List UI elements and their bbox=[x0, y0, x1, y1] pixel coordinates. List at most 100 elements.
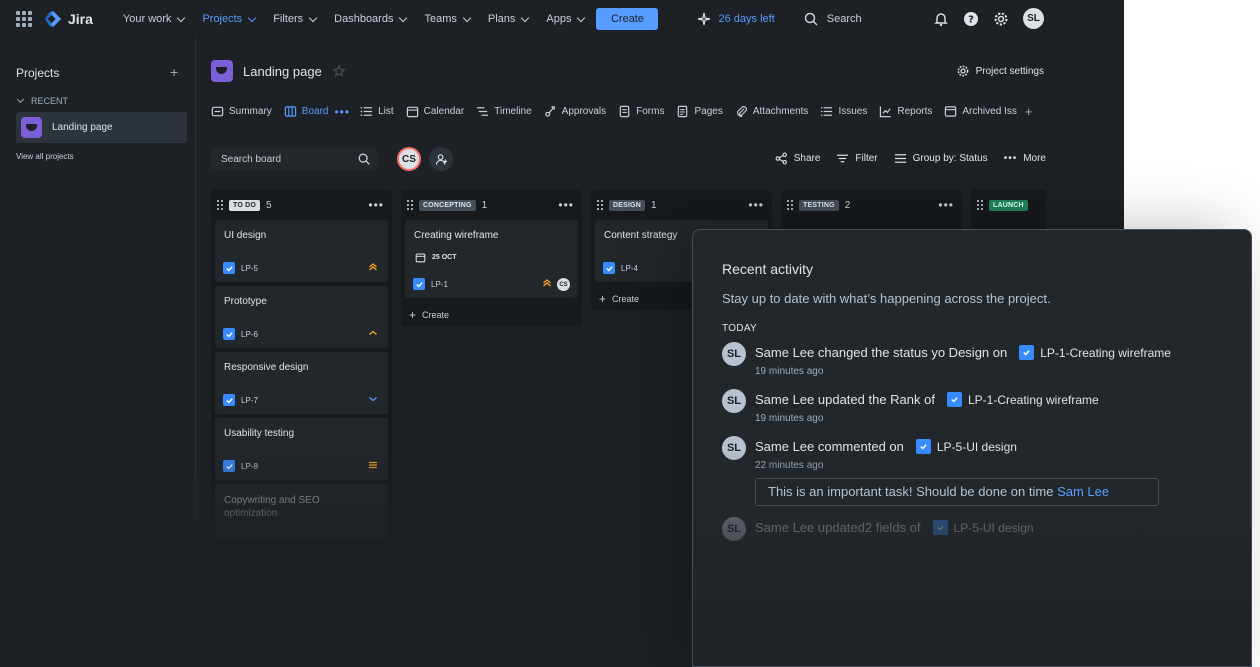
chevron-down-icon bbox=[399, 13, 408, 22]
sidebar-item-landing-page[interactable]: Landing page bbox=[16, 112, 187, 143]
nav-dashboards[interactable]: Dashboards bbox=[334, 13, 408, 25]
global-search[interactable]: Search bbox=[803, 11, 862, 27]
calendar-icon bbox=[406, 106, 418, 118]
avatar[interactable]: SL bbox=[722, 436, 746, 460]
column-more-icon[interactable]: ••• bbox=[938, 198, 954, 212]
tab-forms[interactable]: Forms bbox=[618, 105, 664, 118]
drag-handle-icon[interactable] bbox=[977, 200, 983, 210]
add-tab-button[interactable]: + bbox=[1025, 104, 1033, 119]
settings-gear-icon bbox=[957, 65, 969, 77]
activity-text: Same Lee updated2 fields of bbox=[755, 520, 921, 535]
tab-reports[interactable]: Reports bbox=[879, 105, 932, 118]
star-icon[interactable] bbox=[332, 64, 346, 78]
column-count: 1 bbox=[651, 199, 657, 211]
tab-timeline[interactable]: Timeline bbox=[476, 105, 532, 118]
column-more-icon[interactable]: ••• bbox=[558, 198, 574, 212]
recent-section-toggle[interactable]: RECENT bbox=[16, 95, 68, 106]
assignee-filter-avatar[interactable]: CS bbox=[397, 147, 421, 171]
more-button[interactable]: ••• More bbox=[1004, 153, 1046, 164]
help-icon[interactable]: ? bbox=[963, 11, 979, 27]
issue-link[interactable]: LP-1-Creating wireframe bbox=[1019, 345, 1171, 360]
create-label: Create bbox=[612, 294, 640, 304]
tab-approvals[interactable]: Approvals bbox=[544, 105, 606, 118]
issue-link-label: LP-1-Creating wireframe bbox=[967, 392, 1099, 407]
tab-attachments[interactable]: Attachments bbox=[735, 105, 809, 118]
column-more-icon[interactable]: ••• bbox=[368, 198, 384, 212]
task-checkbox-icon bbox=[223, 460, 235, 472]
filter-button[interactable]: Filter bbox=[836, 152, 878, 165]
drag-handle-icon[interactable] bbox=[787, 200, 793, 210]
create-button[interactable]: Create bbox=[596, 8, 659, 30]
tab-label: List bbox=[378, 106, 394, 117]
settings-gear-icon[interactable] bbox=[993, 11, 1009, 27]
card-title: Creating wireframe bbox=[414, 230, 499, 241]
tab-label: Attachments bbox=[752, 106, 809, 117]
column-header[interactable]: TO DO 5 ••• bbox=[211, 190, 392, 220]
nav-plans[interactable]: Plans bbox=[488, 13, 530, 25]
user-mention[interactable]: Sam Lee bbox=[1057, 484, 1109, 499]
column-more-icon[interactable]: ••• bbox=[748, 198, 764, 212]
column-header[interactable]: TESTING 2 ••• bbox=[781, 190, 962, 220]
project-settings-button[interactable]: Project settings bbox=[956, 64, 1044, 78]
tab-issues[interactable]: Issues bbox=[820, 105, 867, 118]
filter-label: Filter bbox=[855, 153, 878, 164]
issue-key: LP-7 bbox=[241, 395, 258, 405]
card-title: Usability testing bbox=[224, 428, 295, 439]
trial-label: 26 days left bbox=[718, 13, 775, 25]
tab-list[interactable]: List bbox=[360, 105, 394, 118]
create-issue-button[interactable]: + Create bbox=[401, 302, 582, 330]
tab-pages[interactable]: Pages bbox=[676, 105, 723, 118]
comment-preview[interactable]: This is an important task! Should be don… bbox=[755, 478, 1159, 506]
nav-your-work[interactable]: Your work bbox=[123, 13, 186, 25]
summary-icon bbox=[211, 106, 224, 117]
nav-teams[interactable]: Teams bbox=[424, 13, 472, 25]
view-all-projects-link[interactable]: View all projects bbox=[16, 152, 74, 161]
activity-bottom-fade bbox=[693, 520, 1251, 666]
avatar[interactable]: SL bbox=[722, 342, 746, 366]
avatar[interactable]: SL bbox=[722, 389, 746, 413]
issue-card[interactable]: UI design LP-5 bbox=[215, 220, 388, 282]
assignee-avatar[interactable]: CS bbox=[557, 278, 570, 291]
add-people-button[interactable] bbox=[429, 147, 453, 171]
issue-card[interactable]: Copywriting and SEO optimization bbox=[215, 484, 388, 540]
issue-card[interactable]: Creating wireframe 25 OCT LP-1 CS bbox=[405, 220, 578, 298]
issue-key: LP-8 bbox=[241, 461, 258, 471]
jira-logo-text: Jira bbox=[68, 11, 93, 27]
nav-apps[interactable]: Apps bbox=[546, 13, 586, 25]
search-icon bbox=[358, 153, 370, 165]
column-header[interactable]: CONCEPTING 1 ••• bbox=[401, 190, 582, 220]
drag-handle-icon[interactable] bbox=[597, 200, 603, 210]
nav-projects[interactable]: Projects bbox=[202, 13, 257, 25]
status-lozenge: TESTING bbox=[799, 199, 839, 211]
trial-indicator[interactable]: 26 days left bbox=[696, 11, 775, 27]
issue-link[interactable]: LP-5-UI design bbox=[932, 520, 1034, 535]
issue-card[interactable]: Usability testing LP-8 bbox=[215, 418, 388, 480]
avatar[interactable]: SL bbox=[722, 517, 746, 541]
tab-summary[interactable]: Summary bbox=[211, 105, 272, 118]
card-title: Prototype bbox=[224, 296, 267, 307]
app-switcher-icon[interactable] bbox=[16, 11, 32, 27]
tab-board[interactable]: Board bbox=[284, 105, 328, 118]
nav-filters[interactable]: Filters bbox=[273, 13, 318, 25]
add-project-button[interactable]: + bbox=[170, 64, 178, 80]
more-dots-icon[interactable]: ••• bbox=[334, 105, 350, 119]
drag-handle-icon[interactable] bbox=[217, 200, 223, 210]
user-avatar[interactable]: SL bbox=[1023, 8, 1044, 29]
share-button[interactable]: Share bbox=[775, 152, 820, 165]
group-by-button[interactable]: Group by: Status bbox=[894, 152, 988, 165]
issue-card[interactable]: Prototype LP-6 bbox=[215, 286, 388, 348]
tab-calendar[interactable]: Calendar bbox=[406, 105, 464, 118]
issue-card[interactable]: Responsive design LP-7 bbox=[215, 352, 388, 414]
drag-handle-icon[interactable] bbox=[407, 200, 413, 210]
notifications-bell-icon[interactable] bbox=[933, 11, 949, 27]
column-header[interactable]: DESIGN 1 ••• bbox=[591, 190, 772, 220]
jira-logo[interactable]: Jira bbox=[44, 10, 93, 28]
project-header: Landing page bbox=[211, 60, 346, 82]
tab-archived-issues[interactable]: Archived Iss bbox=[944, 105, 1017, 118]
activity-subtitle: Stay up to date with what’s happening ac… bbox=[722, 291, 1051, 306]
issue-link[interactable]: LP-1-Creating wireframe bbox=[946, 392, 1099, 407]
column-header[interactable]: LAUNCH bbox=[971, 190, 1046, 220]
search-board-input[interactable] bbox=[211, 148, 377, 170]
sidebar: Projects + RECENT Landing page View all … bbox=[0, 38, 196, 667]
issue-link[interactable]: LP-5-UI design bbox=[915, 439, 1017, 454]
